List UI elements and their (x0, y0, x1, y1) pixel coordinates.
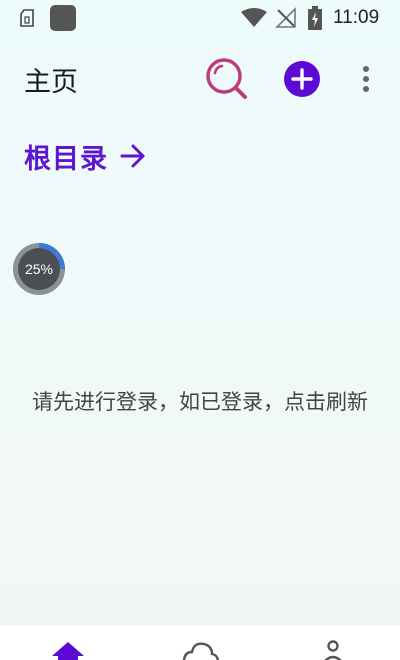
profile-icon[interactable] (313, 638, 353, 660)
no-signal-icon (275, 7, 296, 28)
status-bar: 11:09 (0, 0, 400, 38)
home-icon[interactable] (48, 638, 88, 660)
bottom-navigation (0, 626, 400, 660)
add-icon (291, 68, 313, 90)
login-prompt-message[interactable]: 请先进行登录，如已登录，点击刷新 (0, 386, 400, 416)
add-button[interactable] (284, 61, 320, 97)
progress-percent: 25% (24, 261, 54, 277)
app-bar: 主页 (0, 50, 400, 110)
breadcrumb-root-label: 根目录 (24, 143, 108, 175)
battery-charging-icon (308, 6, 322, 30)
progress-indicator: 25% (11, 241, 67, 297)
page-title: 主页 (24, 67, 78, 98)
wifi-icon (241, 8, 267, 27)
sim-card-icon (20, 9, 34, 27)
clock: 11:09 (333, 7, 380, 28)
arrow-right-icon (120, 144, 145, 168)
cloud-icon[interactable] (180, 638, 220, 660)
more-vert-icon[interactable] (356, 64, 376, 94)
search-icon[interactable] (204, 56, 250, 102)
breadcrumb[interactable]: 根目录 (24, 136, 146, 176)
app-notification-icon (50, 5, 76, 31)
